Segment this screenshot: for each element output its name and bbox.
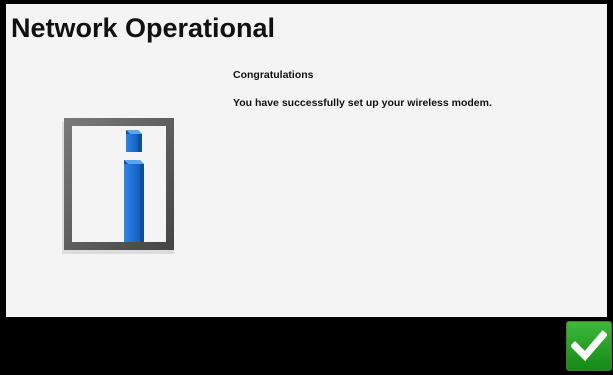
info-icon-graphic (62, 118, 174, 254)
content-panel: Network Operational Congratulations You … (6, 4, 607, 317)
confirm-button[interactable] (566, 321, 612, 371)
page-title: Network Operational (11, 13, 276, 43)
checkmark-icon (571, 330, 607, 362)
network-operational-screen: Network Operational Congratulations You … (0, 0, 613, 375)
message-body: You have successfully set up your wirele… (233, 97, 492, 109)
message-area: Congratulations You have successfully se… (233, 68, 601, 110)
bottom-bar (0, 317, 613, 375)
message-heading: Congratulations (233, 69, 314, 81)
info-icon (50, 112, 180, 256)
